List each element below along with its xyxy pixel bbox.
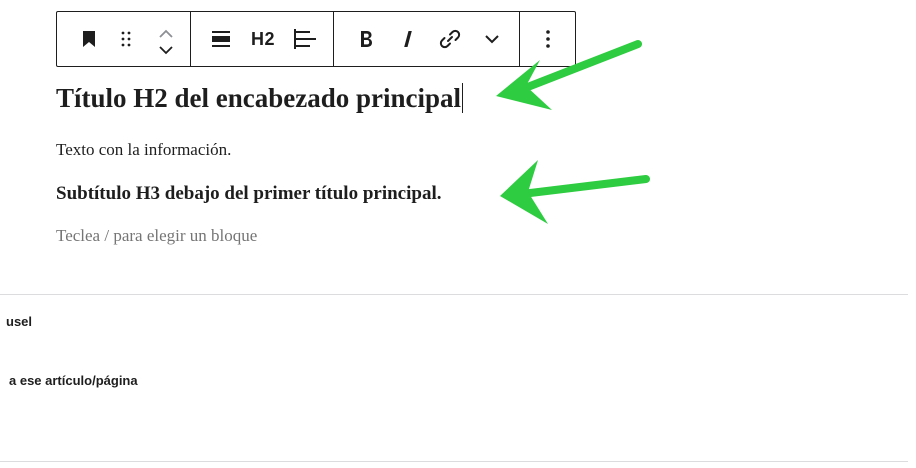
panel-label-article: a ese artículo/página	[9, 373, 138, 388]
editor-canvas: Título H2 del encabezado principal Texto…	[56, 80, 656, 248]
block-type-button[interactable]	[69, 19, 109, 59]
move-up-button[interactable]	[158, 26, 174, 38]
bold-icon	[361, 31, 372, 47]
more-formats-button[interactable]	[472, 19, 512, 59]
link-button[interactable]	[430, 19, 470, 59]
panel-divider-top	[0, 294, 908, 295]
heading-h2-block[interactable]: Título H2 del encabezado principal	[56, 80, 656, 116]
italic-icon	[404, 31, 412, 47]
block-controls-group	[57, 12, 191, 66]
heading-level-button[interactable]: H2	[241, 19, 285, 59]
move-down-icon	[159, 46, 173, 55]
drag-handle-icon	[121, 31, 131, 47]
drag-handle-button[interactable]	[109, 19, 143, 59]
text-caret	[462, 83, 464, 113]
panel-divider-bottom	[0, 461, 908, 462]
move-up-icon	[159, 29, 173, 38]
more-options-icon	[545, 30, 550, 48]
italic-button[interactable]	[388, 19, 428, 59]
heading-level-label: H2	[250, 28, 275, 49]
move-down-button[interactable]	[158, 42, 174, 55]
text-align-button[interactable]	[285, 19, 325, 59]
block-appender-placeholder[interactable]: Teclea / para elegir un bloque	[56, 224, 656, 248]
more-options-button[interactable]	[528, 19, 568, 59]
format-controls-group	[334, 12, 520, 66]
block-mover	[151, 19, 181, 59]
bold-button[interactable]	[346, 19, 386, 59]
panel-label-carousel: usel	[6, 314, 33, 329]
options-group	[520, 12, 575, 66]
chevron-down-icon	[485, 35, 499, 44]
heading-h3-block[interactable]: Subtítulo H3 debajo del primer título pr…	[56, 180, 656, 208]
text-align-left-icon	[294, 29, 316, 49]
block-toolbar: H2	[56, 11, 576, 67]
link-icon	[439, 29, 461, 49]
heading-h2-text: Título H2 del encabezado principal	[56, 83, 462, 113]
align-wide-icon	[212, 31, 230, 47]
bookmark-icon	[83, 31, 95, 47]
heading-controls-group: H2	[191, 12, 334, 66]
align-button[interactable]	[201, 19, 241, 59]
paragraph-block[interactable]: Texto con la información.	[56, 138, 656, 162]
